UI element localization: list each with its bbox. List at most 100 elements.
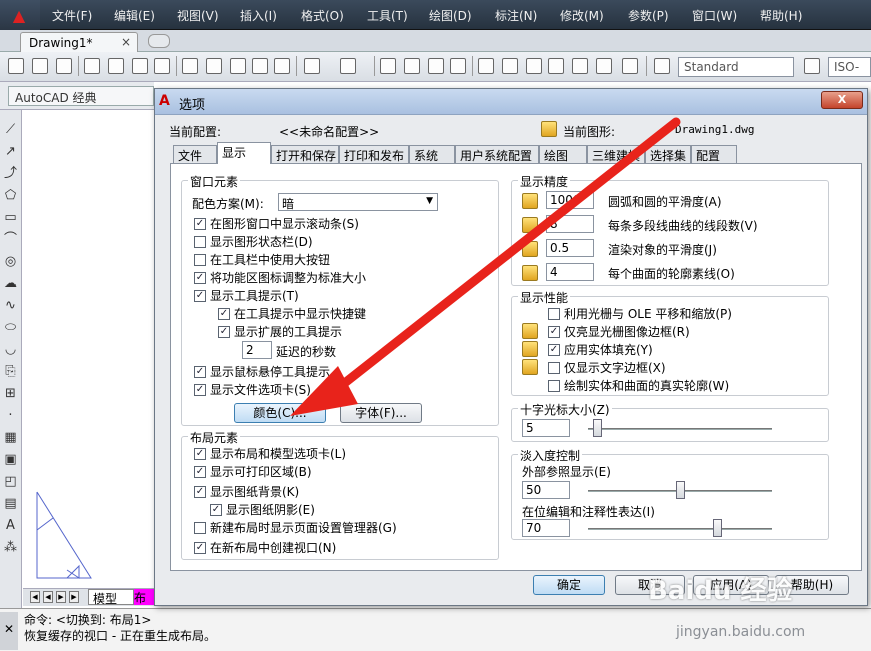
menu-view[interactable]: 视图(V) [177, 7, 219, 24]
layout-tab[interactable]: 布 [134, 589, 154, 605]
ellipse-icon[interactable]: ⬭ [3, 320, 18, 335]
menu-window[interactable]: 窗口(W) [692, 7, 737, 24]
design-center-palette-icon[interactable] [502, 58, 518, 74]
sheet-set-icon[interactable] [548, 58, 564, 74]
multiline-text-icon[interactable]: A [3, 518, 18, 533]
help-icon[interactable] [622, 58, 638, 74]
polygon-icon[interactable]: ⬠ [3, 188, 18, 203]
dimension-style-icon[interactable] [804, 58, 820, 74]
arc-icon[interactable]: ⌒ [3, 232, 18, 247]
close-icon[interactable]: × [121, 35, 131, 49]
revision-cloud-icon[interactable]: ☁ [3, 276, 18, 291]
file-tabs-checkbox[interactable]: ✓ 显示文件选项卡(S) [194, 383, 311, 399]
polyline-segments-input[interactable]: 8 [546, 215, 594, 233]
menu-draw[interactable]: 绘图(D) [429, 7, 472, 24]
print-icon[interactable] [84, 58, 100, 74]
new-icon[interactable] [8, 58, 24, 74]
tab-drafting[interactable]: 绘图 [539, 145, 587, 163]
menu-help[interactable]: 帮助(H) [760, 7, 802, 24]
create-viewport-checkbox[interactable]: ✓ 在新布局中创建视口(N) [194, 541, 336, 557]
true-silhouettes-checkbox[interactable]: 绘制实体和曲面的真实轮廓(W) [548, 379, 729, 395]
next-tab-button[interactable]: ▶ [56, 591, 66, 603]
tab-system[interactable]: 系统 [409, 145, 455, 163]
inplace-slider-thumb[interactable] [712, 519, 722, 537]
new-tab-button[interactable] [148, 34, 170, 48]
application-button[interactable]: ▲ [0, 0, 40, 30]
zoom-previous-icon[interactable] [450, 58, 466, 74]
show-scrollbars-checkbox[interactable]: ✓ 在图形窗口中显示滚动条(S) [194, 217, 359, 233]
make-block-icon[interactable]: ⊞ [3, 386, 18, 401]
contour-lines-input[interactable]: 4 [546, 263, 594, 281]
last-tab-button[interactable]: ▶ [69, 591, 79, 603]
region-icon[interactable]: ◰ [3, 474, 18, 489]
show-shortcut-keys-checkbox[interactable]: ✓ 在工具提示中显示快捷键 [218, 307, 366, 323]
tab-user-preferences[interactable]: 用户系统配置 [455, 145, 539, 163]
solid-fill-checkbox[interactable]: ✓ 应用实体填充(Y) [548, 343, 653, 359]
copy-icon[interactable] [206, 58, 222, 74]
spline-icon[interactable]: ∿ [3, 298, 18, 313]
ok-button[interactable]: 确定 [533, 575, 605, 595]
xref-slider-thumb[interactable] [676, 481, 685, 499]
ellipse-arc-icon[interactable]: ◡ [3, 342, 18, 357]
circle-icon[interactable]: ◎ [3, 254, 18, 269]
save-icon[interactable] [56, 58, 72, 74]
menu-tools[interactable]: 工具(T) [367, 7, 408, 24]
menu-edit[interactable]: 编辑(E) [114, 7, 155, 24]
inplace-fade-slider[interactable] [588, 528, 772, 530]
line-icon[interactable]: ⟋ [3, 122, 18, 137]
crosshair-size-input[interactable]: 5 [522, 419, 570, 437]
zoom-realtime-icon[interactable] [404, 58, 420, 74]
paper-background-checkbox[interactable]: ✓ 显示图纸背景(K) [194, 485, 299, 501]
preview-icon[interactable] [108, 58, 124, 74]
tab-display[interactable]: 显示 [217, 142, 271, 164]
paste-icon[interactable] [230, 58, 246, 74]
printable-area-checkbox[interactable]: ✓ 显示可打印区域(B) [194, 465, 312, 481]
rendered-smoothness-input[interactable]: 0.5 [546, 239, 594, 257]
page-setup-manager-checkbox[interactable]: 新建布局时显示页面设置管理器(G) [194, 521, 397, 537]
publish-icon[interactable] [132, 58, 148, 74]
tool-palettes-icon[interactable] [526, 58, 542, 74]
tab-selection[interactable]: 选择集 [645, 145, 691, 163]
dialog-titlebar[interactable]: A 选项 X [155, 89, 867, 115]
show-tooltips-checkbox[interactable]: ✓ 显示工具提示(T) [194, 289, 299, 305]
tab-profiles[interactable]: 配置 [691, 145, 737, 163]
command-close-icon[interactable]: ✕ [0, 612, 18, 650]
dimension-style-combo[interactable]: ISO- [828, 57, 871, 77]
cut-icon[interactable] [182, 58, 198, 74]
crosshair-size-slider[interactable] [588, 428, 772, 430]
close-button[interactable]: X [821, 91, 863, 109]
add-selected-icon[interactable]: ⁂ [3, 540, 18, 555]
prev-tab-button[interactable]: ◀ [43, 591, 53, 603]
fonts-button[interactable]: 字体(F)... [340, 403, 422, 423]
zoom-window-icon[interactable] [428, 58, 444, 74]
tab-open-save[interactable]: 打开和保存 [271, 145, 339, 163]
resize-ribbon-icons-checkbox[interactable]: ✓ 将功能区图标调整为标准大小 [194, 271, 366, 287]
color-scheme-select[interactable]: 暗 ▼ [278, 193, 438, 211]
inplace-fade-input[interactable]: 70 [522, 519, 570, 537]
large-buttons-checkbox[interactable]: 在工具栏中使用大按钮 [194, 253, 330, 269]
model-tab[interactable]: 模型 [88, 589, 134, 606]
document-tab[interactable]: Drawing1* × [20, 32, 138, 52]
workspace-combo[interactable]: AutoCAD 经典 [8, 86, 154, 106]
menu-modify[interactable]: 修改(M) [560, 7, 604, 24]
paper-shadow-checkbox[interactable]: ✓ 显示图纸阴影(E) [210, 503, 315, 519]
markup-icon[interactable] [572, 58, 588, 74]
insert-block-icon[interactable]: ⎘ [3, 364, 18, 379]
match-properties-icon[interactable] [252, 58, 268, 74]
colors-button[interactable]: 颜色(C)... [234, 403, 326, 423]
text-style-icon[interactable] [654, 58, 670, 74]
menu-parametric[interactable]: 参数(P) [628, 7, 669, 24]
pan-icon[interactable] [380, 58, 396, 74]
rectangle-icon[interactable]: ▭ [3, 210, 18, 225]
text-style-combo[interactable]: Standard [678, 57, 794, 77]
tab-plot-publish[interactable]: 打印和发布 [339, 145, 409, 163]
rollover-tooltips-checkbox[interactable]: ✓ 显示鼠标悬停工具提示 [194, 365, 330, 381]
first-tab-button[interactable]: ◀ [30, 591, 40, 603]
tooltip-delay-input[interactable]: 2 [242, 341, 272, 359]
tab-3d-modeling[interactable]: 三维建模 [587, 145, 645, 163]
open-icon[interactable] [32, 58, 48, 74]
raster-frame-only-checkbox[interactable]: ✓ 仅亮显光栅图像边框(R) [548, 325, 690, 341]
xref-fade-input[interactable]: 50 [522, 481, 570, 499]
calculator-icon[interactable] [596, 58, 612, 74]
undo-icon[interactable] [304, 58, 320, 74]
